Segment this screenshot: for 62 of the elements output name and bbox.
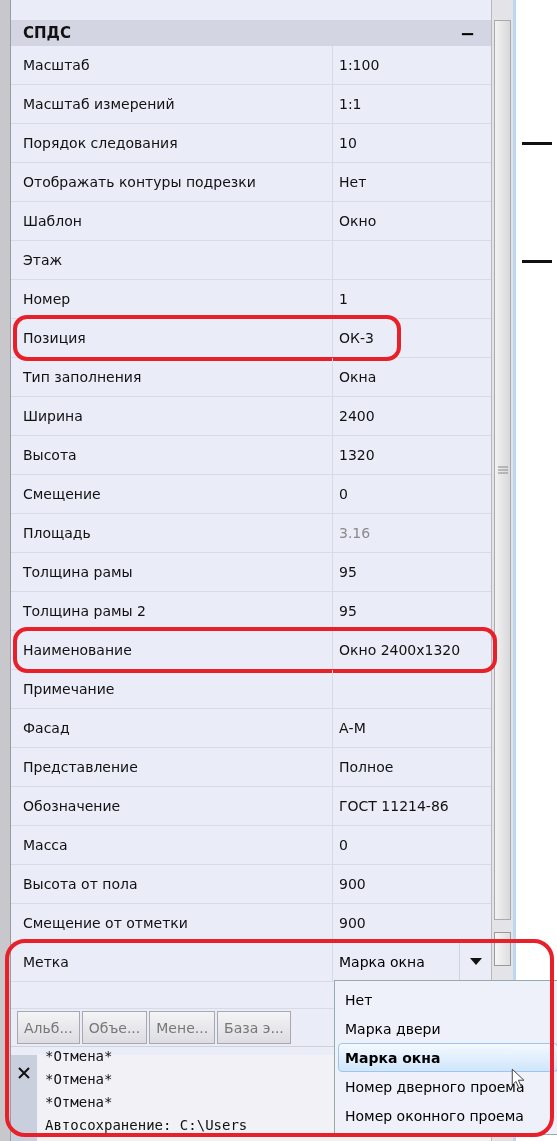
dropdown-option[interactable]: Номер оконного проема: [338, 1101, 557, 1130]
section-title: СПДС: [23, 24, 71, 42]
property-name: Смещение от отметки: [11, 904, 333, 942]
property-name: Площадь: [11, 514, 333, 552]
property-value[interactable]: Нет: [333, 163, 491, 201]
property-name: Порядок следования: [11, 124, 333, 162]
property-name: Номер: [11, 280, 333, 318]
dropdown-option[interactable]: Номер дверного проема: [338, 1072, 557, 1101]
tab[interactable]: Мене...: [149, 1011, 216, 1044]
property-value[interactable]: 2400: [333, 397, 491, 435]
tab[interactable]: Альб...: [17, 1011, 80, 1044]
property-value[interactable]: Окно: [333, 202, 491, 240]
property-name: Тип заполнения: [11, 358, 333, 396]
property-value[interactable]: 1: [333, 280, 491, 318]
dropdown-option[interactable]: Марка окна: [338, 1043, 557, 1072]
close-icon[interactable]: [18, 1067, 30, 1079]
tab[interactable]: Объе...: [81, 1011, 148, 1044]
property-name: Представление: [11, 748, 333, 786]
property-name: Фасад: [11, 709, 333, 747]
property-value[interactable]: Окна: [333, 358, 491, 396]
property-name: Отображать контуры подрезки: [11, 163, 333, 201]
property-name: Масштаб: [11, 46, 333, 84]
property-name: Толщина рамы 2: [11, 592, 333, 630]
dropdown-option[interactable]: Марка двери: [338, 1014, 557, 1043]
command-line-text: Автосохранение: C:\Users: [45, 1116, 248, 1135]
property-value[interactable]: 1320: [333, 436, 491, 474]
property-value[interactable]: 95: [333, 592, 491, 630]
property-value[interactable]: 1:1: [333, 85, 491, 123]
property-value[interactable]: Окно 2400x1320: [333, 631, 491, 669]
property-name: Ширина: [11, 397, 333, 435]
property-name: Масштаб измерений: [11, 85, 333, 123]
command-line-text: *Отмена*: [45, 1093, 114, 1112]
property-name: Обозначение: [11, 787, 333, 825]
property-value[interactable]: 900: [333, 865, 491, 903]
property-value[interactable]: А-М: [333, 709, 491, 747]
grip-icon: [497, 466, 508, 474]
property-value[interactable]: 0: [333, 826, 491, 864]
dropdown-option[interactable]: Нет: [338, 985, 557, 1014]
property-name: Высота от пола: [11, 865, 333, 903]
property-value[interactable]: 95: [333, 553, 491, 591]
property-value[interactable]: Полное: [333, 748, 491, 786]
property-name: Смещение: [11, 475, 333, 513]
caret-icon: [469, 958, 482, 966]
property-value[interactable]: 1:100: [333, 46, 491, 84]
property-name: Этаж: [11, 241, 333, 279]
property-name: Примечание: [11, 670, 333, 708]
property-value[interactable]: ГОСТ 11214-86: [333, 787, 491, 825]
tab[interactable]: База э...: [217, 1011, 291, 1044]
property-value: 3.16: [338, 524, 372, 543]
property-name: Масса: [11, 826, 333, 864]
property-value[interactable]: 10: [333, 124, 491, 162]
property-name: Позиция: [11, 319, 333, 357]
property-name: Толщина рамы: [11, 553, 333, 591]
property-name: Наименование: [11, 631, 333, 669]
property-name: Шаблон: [11, 202, 333, 240]
collapse-button[interactable]: −: [455, 22, 479, 44]
property-value[interactable]: 900: [333, 904, 491, 942]
property-value[interactable]: ОК-3: [333, 319, 491, 357]
property-value[interactable]: 0: [333, 475, 491, 513]
command-line-text: *Отмена*: [45, 1047, 114, 1066]
command-line-text: *Отмена*: [45, 1070, 114, 1089]
property-name: Высота: [11, 436, 333, 474]
